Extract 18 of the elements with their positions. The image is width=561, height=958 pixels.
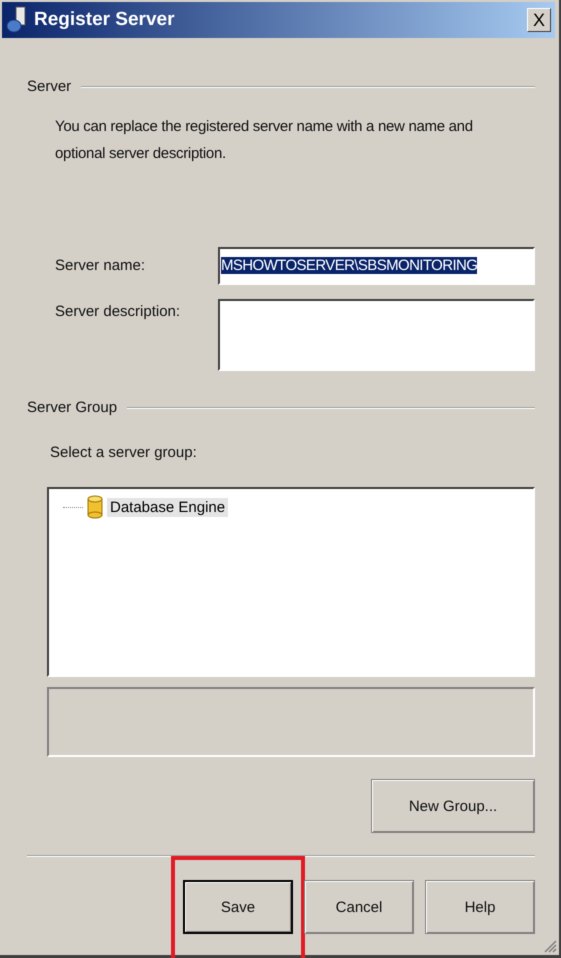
field-label: Server name: [55,256,146,276]
dialog-button[interactable]: Cancel [304,880,414,934]
input-field[interactable]: MSHOWTOSERVER\SBSMONITORING [218,247,535,285]
text-area[interactable] [218,299,535,371]
new-group-button[interactable]: New Group... [371,779,535,833]
group-label: Select a server group: [50,444,198,461]
database-icon [87,495,103,519]
tree-item[interactable]: Database Engine [107,498,228,516]
description-text: You can replace the registered server name with a new name and optional server description. [55,117,474,164]
field-label: Server description: [55,302,182,322]
section-heading: Server Group [27,399,118,416]
section-heading: Server [27,78,72,95]
tree-view[interactable]: Database Engine [47,487,535,677]
window-title: Register Server [34,9,176,31]
close-button[interactable]: X [527,8,551,32]
dialog-button[interactable]: Save [183,880,293,934]
resize-grip-icon [543,939,557,953]
dialog-button[interactable]: Help [425,880,535,934]
